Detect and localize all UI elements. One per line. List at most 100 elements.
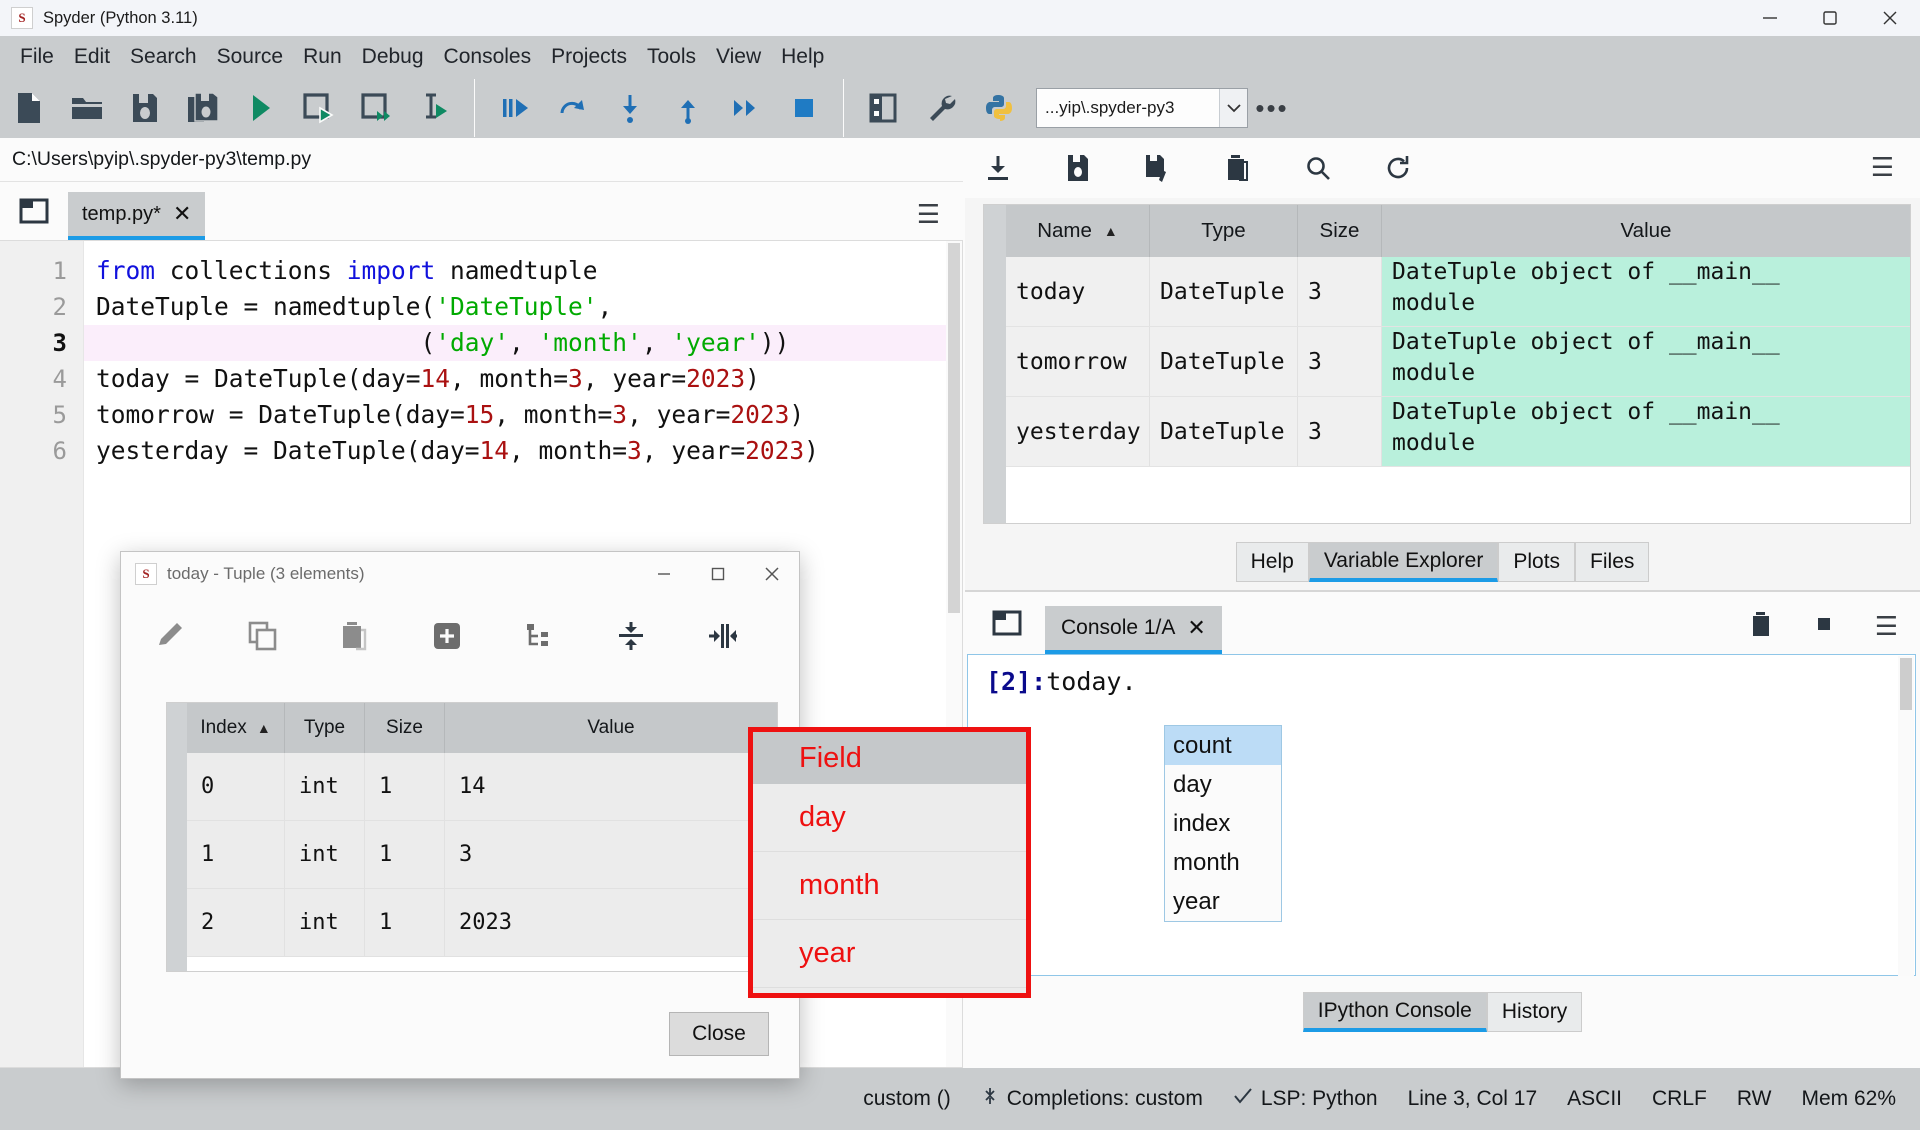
scrollbar-thumb[interactable]: [1900, 658, 1912, 710]
tree-view-icon[interactable]: [519, 614, 559, 658]
debug-step-into-icon[interactable]: [601, 79, 659, 137]
delete-icon[interactable]: [335, 614, 375, 658]
options-menu-icon[interactable]: ☰: [917, 199, 941, 230]
autocomplete-popup[interactable]: count day index month year: [1164, 725, 1282, 922]
maximize-icon[interactable]: [1800, 0, 1860, 36]
debug-step-return-icon[interactable]: [659, 79, 717, 137]
remove-all-icon[interactable]: [1221, 148, 1255, 188]
column-header-index-label: Index: [200, 717, 246, 739]
close-icon[interactable]: [745, 552, 799, 596]
menu-help[interactable]: Help: [771, 43, 834, 71]
python-path-icon[interactable]: [970, 79, 1028, 137]
search-icon[interactable]: [1301, 148, 1335, 188]
save-all-icon[interactable]: [174, 79, 232, 137]
open-file-icon[interactable]: [58, 79, 116, 137]
options-menu-icon[interactable]: ☰: [1875, 611, 1898, 642]
resize-rows-icon[interactable]: [611, 614, 651, 658]
table-row[interactable]: today DateTuple 3 DateTuple object of __…: [1006, 257, 1910, 327]
close-icon[interactable]: ✕: [1187, 617, 1205, 639]
menu-run[interactable]: Run: [293, 43, 352, 71]
menu-bar: File Edit Search Source Run Debug Consol…: [0, 36, 1920, 78]
menu-projects[interactable]: Projects: [541, 43, 637, 71]
close-icon[interactable]: ✕: [173, 203, 191, 225]
close-icon[interactable]: [1860, 0, 1920, 36]
column-header-value[interactable]: Value: [445, 703, 777, 753]
browse-tabs-icon[interactable]: [10, 186, 58, 236]
minimize-icon[interactable]: [637, 552, 691, 596]
code-token: ,: [598, 292, 613, 321]
column-header-size[interactable]: Size: [1298, 205, 1382, 257]
maximize-icon[interactable]: [691, 552, 745, 596]
remove-console-icon[interactable]: [1751, 611, 1773, 642]
insert-icon[interactable]: [427, 614, 467, 658]
run-cell-icon[interactable]: [290, 79, 348, 137]
tab-plots[interactable]: Plots: [1498, 542, 1575, 582]
resize-columns-icon[interactable]: [703, 614, 743, 658]
tab-history[interactable]: History: [1487, 992, 1582, 1032]
variable-explorer-pane: ☰ Name ▲ Type Size Value today DateTuple…: [965, 138, 1920, 1068]
save-data-icon[interactable]: [1061, 148, 1095, 188]
preferences-icon[interactable]: [912, 79, 970, 137]
menu-edit[interactable]: Edit: [64, 43, 120, 71]
table-row[interactable]: tomorrow DateTuple 3 DateTuple object of…: [1006, 327, 1910, 397]
table-row[interactable]: 0 int 1 14: [187, 753, 777, 821]
editor-tab-temp-py[interactable]: temp.py* ✕: [68, 192, 205, 240]
menu-file[interactable]: File: [10, 43, 64, 71]
run-cell-advance-icon[interactable]: [348, 79, 406, 137]
new-file-icon[interactable]: [0, 79, 58, 137]
console-tab-1a[interactable]: Console 1/A ✕: [1045, 606, 1222, 654]
minimize-icon[interactable]: [1740, 0, 1800, 36]
table-row[interactable]: 2 int 1 2023: [187, 889, 777, 957]
scrollbar-thumb[interactable]: [948, 243, 960, 613]
column-header-type[interactable]: Type: [285, 703, 365, 753]
console-scrollbar[interactable]: [1898, 656, 1914, 976]
run-selection-icon[interactable]: [406, 79, 464, 137]
tab-variable-explorer[interactable]: Variable Explorer: [1309, 542, 1499, 582]
debug-file-icon[interactable]: [485, 79, 543, 137]
variable-table[interactable]: Name ▲ Type Size Value today DateTuple 3…: [983, 204, 1911, 524]
menu-source[interactable]: Source: [207, 43, 294, 71]
import-data-icon[interactable]: [981, 148, 1015, 188]
debug-step-over-icon[interactable]: [543, 79, 601, 137]
run-file-icon[interactable]: [232, 79, 290, 137]
debug-stop-icon[interactable]: [775, 79, 833, 137]
table-row[interactable]: yesterday DateTuple 3 DateTuple object o…: [1006, 397, 1910, 467]
save-file-icon[interactable]: [116, 79, 174, 137]
column-header-type[interactable]: Type: [1150, 205, 1298, 257]
close-button[interactable]: Close: [669, 1012, 769, 1056]
status-lsp[interactable]: LSP: Python: [1233, 1087, 1378, 1111]
column-header-value[interactable]: Value: [1382, 205, 1910, 257]
save-as-icon[interactable]: [1141, 148, 1175, 188]
chevron-down-icon[interactable]: [1219, 89, 1247, 127]
status-completions[interactable]: Completions: custom: [981, 1086, 1203, 1112]
autocomplete-item-month[interactable]: month: [1165, 843, 1281, 882]
menu-search[interactable]: Search: [120, 43, 207, 71]
tab-ipython-console[interactable]: IPython Console: [1303, 992, 1487, 1032]
menu-view[interactable]: View: [706, 43, 771, 71]
autocomplete-item-count[interactable]: count: [1165, 726, 1281, 765]
column-header-name[interactable]: Name ▲: [1006, 205, 1150, 257]
tab-files[interactable]: Files: [1575, 542, 1649, 582]
tab-help[interactable]: Help: [1236, 542, 1309, 582]
menu-consoles[interactable]: Consoles: [434, 43, 542, 71]
autocomplete-item-day[interactable]: day: [1165, 765, 1281, 804]
toolbar-overflow-button[interactable]: •••: [1248, 79, 1296, 137]
debug-continue-icon[interactable]: [717, 79, 775, 137]
table-row[interactable]: 1 int 1 3: [187, 821, 777, 889]
edit-icon[interactable]: [151, 614, 191, 658]
console-output[interactable]: [2]:today. count day index month year: [967, 654, 1916, 976]
toggle-panes-icon[interactable]: [854, 79, 912, 137]
python-path-selector[interactable]: ...yip\.spyder-py3: [1036, 88, 1248, 128]
interrupt-kernel-icon[interactable]: [1815, 615, 1833, 638]
menu-tools[interactable]: Tools: [637, 43, 706, 71]
refresh-icon[interactable]: [1381, 148, 1415, 188]
column-header-size[interactable]: Size: [365, 703, 445, 753]
column-header-index[interactable]: Index ▲: [187, 703, 285, 753]
tuple-table[interactable]: Index ▲ Type Size Value 0 int 1 14 1 int: [166, 702, 778, 972]
copy-icon[interactable]: [243, 614, 283, 658]
autocomplete-item-index[interactable]: index: [1165, 804, 1281, 843]
menu-debug[interactable]: Debug: [352, 43, 434, 71]
autocomplete-item-year[interactable]: year: [1165, 882, 1281, 921]
options-menu-icon[interactable]: ☰: [1871, 152, 1894, 183]
browse-tabs-icon[interactable]: [983, 598, 1031, 648]
